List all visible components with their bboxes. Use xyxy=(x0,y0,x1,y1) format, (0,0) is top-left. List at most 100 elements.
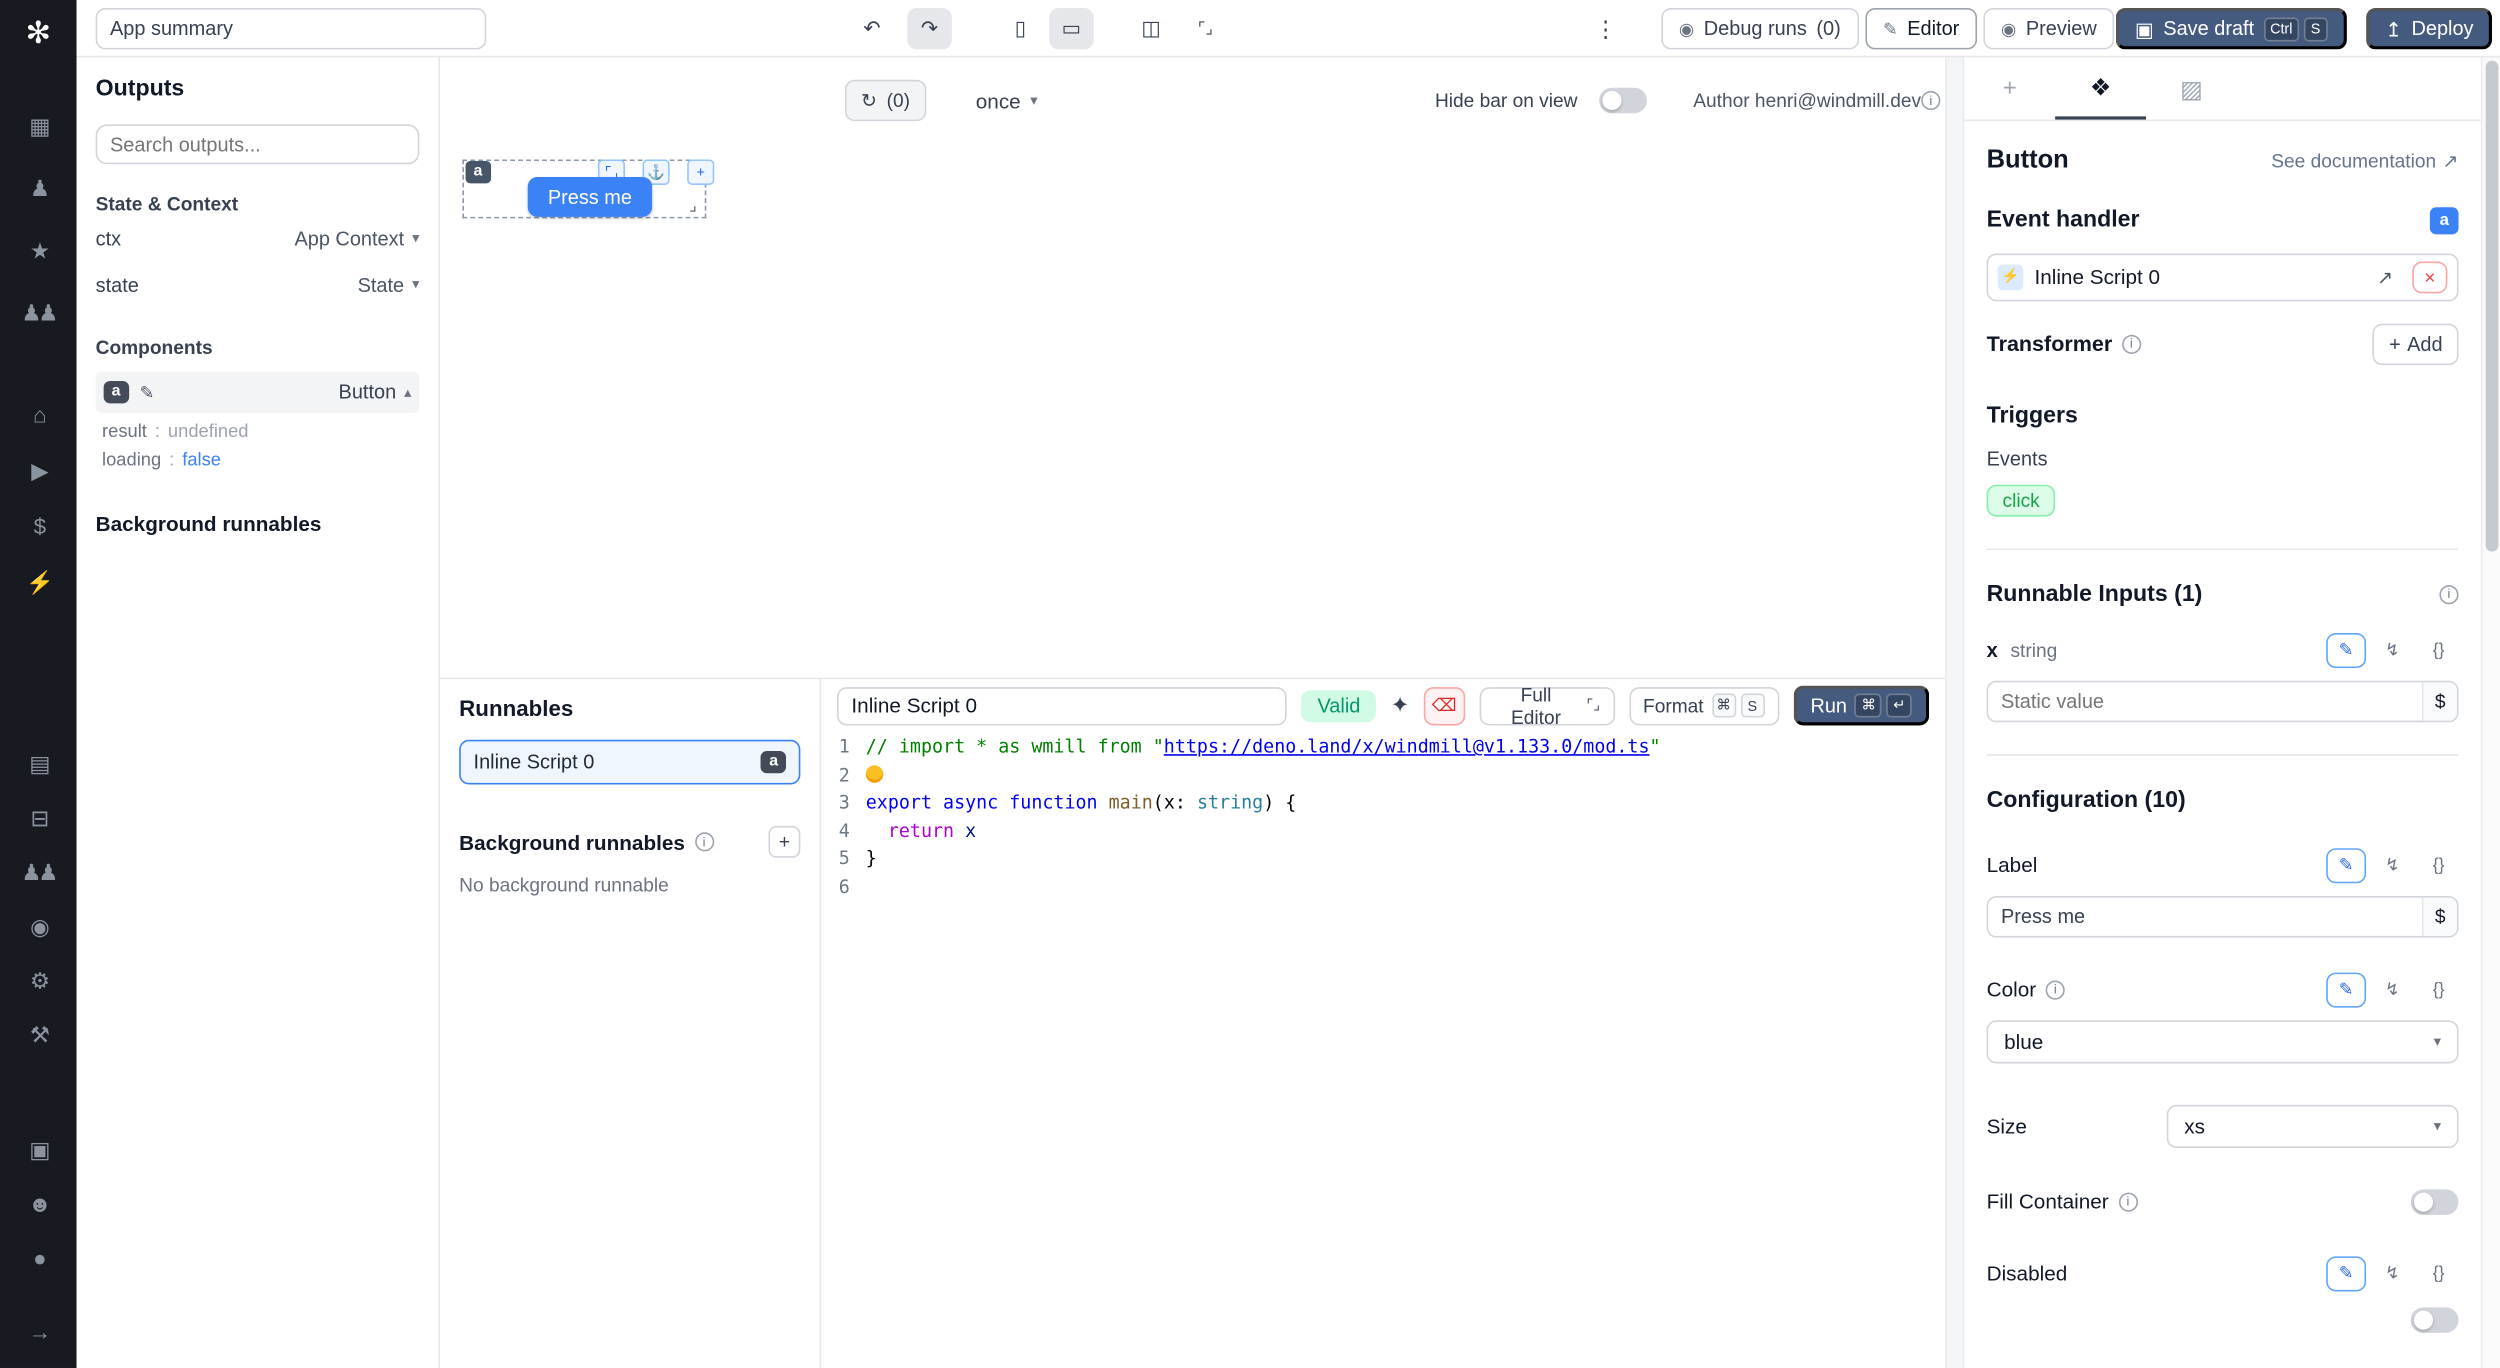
fill-container-toggle[interactable] xyxy=(2411,1189,2459,1215)
connect-plug-button[interactable]: ↯ xyxy=(2372,1256,2412,1291)
divider xyxy=(1987,548,2459,550)
static-pencil-button[interactable]: ✎ xyxy=(2326,1256,2366,1291)
preview-tab-label: Preview xyxy=(2026,18,2097,40)
editor-tab[interactable]: ✎ Editor xyxy=(1865,8,1976,49)
label-mode-buttons: ✎ ↯ {} xyxy=(2326,848,2458,883)
component-row-a[interactable]: a ✎ Button ▴ xyxy=(96,371,420,412)
type-token: string xyxy=(1197,791,1263,813)
hide-bar-label: Hide bar on view xyxy=(1435,89,1578,111)
scrollbar-thumb[interactable] xyxy=(2486,61,2499,552)
url-link-token[interactable]: https://deno.land/x/windmill@v1.133.0/mo… xyxy=(1164,735,1650,757)
full-editor-button[interactable]: Full Editor ⌜⌟ xyxy=(1479,686,1614,724)
template-eval-button[interactable]: {} xyxy=(2419,632,2459,667)
fullscreen-icon[interactable]: ⌜⌟ xyxy=(1183,8,1228,49)
inline-script-item[interactable]: Inline Script 0 a xyxy=(459,740,800,785)
add-background-runnable-button[interactable]: + xyxy=(768,826,800,858)
insert-component-tab[interactable]: + xyxy=(1964,57,2055,119)
schedules-calendar-icon[interactable]: ▤ xyxy=(21,751,56,778)
size-select[interactable]: xs ▾ xyxy=(2167,1104,2459,1147)
run-button[interactable]: Run ⌘↵ xyxy=(1793,686,1929,726)
hide-bar-toggle[interactable] xyxy=(1599,88,1647,114)
redo-icon[interactable]: ↷ xyxy=(907,8,952,49)
debug-runs-button[interactable]: ◉ Debug runs (0) xyxy=(1661,8,1858,49)
app-canvas[interactable]: ↻ (0) once ▾ Hide bar on view Author hen… xyxy=(440,57,1945,677)
chevron-down-icon[interactable]: ▾ xyxy=(412,276,419,294)
desktop-view-icon[interactable]: ▭ xyxy=(1049,8,1094,49)
schedule-dropdown[interactable]: once ▾ xyxy=(966,80,1047,121)
dollar-expr-button[interactable]: $ xyxy=(2422,682,2457,720)
code-line-3: export async function main(x: string) { xyxy=(866,790,1661,818)
template-eval-button[interactable]: {} xyxy=(2419,972,2459,1007)
template-eval-button[interactable]: {} xyxy=(2419,1256,2459,1291)
label-value-input[interactable] xyxy=(1988,905,2422,927)
search-outputs-input[interactable] xyxy=(96,124,420,164)
resources-icon[interactable]: ⚡ xyxy=(21,569,56,596)
center-align-icon[interactable]: ◫ xyxy=(1129,8,1174,49)
settings-gear-icon[interactable]: ⚙ xyxy=(21,968,56,995)
folders-icon[interactable]: ⊟ xyxy=(21,805,56,832)
open-script-icon[interactable]: ↗ xyxy=(2369,266,2401,288)
output-row[interactable]: ctx App Context ▾ xyxy=(96,215,420,261)
undo-icon[interactable]: ↶ xyxy=(850,8,895,49)
mobile-view-icon[interactable]: ▯ xyxy=(998,8,1043,49)
remove-script-button[interactable]: × xyxy=(2412,261,2447,293)
chevron-down-icon[interactable]: ▾ xyxy=(412,230,419,248)
panel-scrollbar[interactable] xyxy=(2481,57,2500,1368)
rename-pencil-icon[interactable]: ✎ xyxy=(140,382,155,403)
lightbulb-suggestion-icon[interactable] xyxy=(866,765,884,783)
groups-icon[interactable]: ♟♟ xyxy=(21,859,56,886)
pencil-icon: ✎ xyxy=(1883,18,1898,39)
script-name-input[interactable] xyxy=(837,686,1287,724)
static-value-input[interactable] xyxy=(1988,690,2422,712)
chevron-up-icon[interactable]: ▴ xyxy=(404,383,411,401)
save-draft-button[interactable]: ▣ Save draft CtrlS xyxy=(2116,8,2347,49)
static-pencil-button[interactable]: ✎ xyxy=(2326,632,2366,667)
preview-tab[interactable]: ◉ Preview xyxy=(1983,8,2114,49)
docs-book-icon[interactable]: ▣ xyxy=(21,1137,56,1164)
workspace-users-icon[interactable]: ♟♟ xyxy=(21,300,56,327)
code-editor[interactable]: 123456 // import * as wmill from "https:… xyxy=(821,727,1945,1368)
keyword-token: return xyxy=(866,819,954,841)
color-select[interactable]: blue ▾ xyxy=(1987,1020,2459,1063)
static-pencil-button[interactable]: ✎ xyxy=(2326,848,2366,883)
component-settings-tab[interactable]: ❖ xyxy=(2055,57,2146,119)
press-me-button[interactable]: Press me xyxy=(528,177,652,217)
connect-plug-button[interactable]: ↯ xyxy=(2372,848,2412,883)
deploy-button[interactable]: ↥ Deploy xyxy=(2366,8,2493,49)
connect-plug-button[interactable]: ↯ xyxy=(2372,632,2412,667)
selected-component-outline[interactable]: a ⌜⌟ ⚓ + Press me ⌟ xyxy=(462,159,706,218)
home-icon[interactable]: ⌂ xyxy=(21,402,56,429)
ai-wand-icon[interactable]: ✦ xyxy=(1391,692,1410,719)
app-summary-input[interactable] xyxy=(96,8,487,49)
discord-icon[interactable]: ☻ xyxy=(21,1191,56,1218)
save-shortcut-keys: CtrlS xyxy=(2264,17,2328,41)
windmill-logo[interactable]: ✻ xyxy=(26,16,51,53)
dollar-expr-button[interactable]: $ xyxy=(2422,897,2457,935)
apps-grid-icon[interactable]: ▦ xyxy=(21,113,56,140)
workers-icon[interactable]: ⚒ xyxy=(21,1022,56,1049)
user-icon[interactable]: ♟ xyxy=(21,175,56,202)
github-icon[interactable]: ● xyxy=(21,1245,56,1272)
event-handler-script-row[interactable]: ⚡ Inline Script 0 ↗ × xyxy=(1987,253,2459,301)
static-pencil-button[interactable]: ✎ xyxy=(2326,972,2366,1007)
template-eval-button[interactable]: {} xyxy=(2419,848,2459,883)
runs-play-icon[interactable]: ▶ xyxy=(21,458,56,485)
move-component-icon[interactable]: + xyxy=(687,159,714,185)
output-row[interactable]: state State ▾ xyxy=(96,261,420,307)
resize-handle-icon[interactable]: ⌟ xyxy=(689,198,696,216)
settings-tabs: + ❖ ▨ xyxy=(1964,57,2481,121)
recompute-all-button[interactable]: ↻ (0) xyxy=(845,80,926,121)
canvas-scrollbar-gutter[interactable] xyxy=(1945,57,1964,1368)
styling-tab[interactable]: ▨ xyxy=(2146,57,2237,119)
delete-script-button[interactable]: ⌫ xyxy=(1424,686,1465,724)
disabled-toggle[interactable] xyxy=(2411,1307,2459,1333)
see-documentation-link[interactable]: See documentation ↗ xyxy=(2271,150,2458,172)
format-button[interactable]: Format ⌘S xyxy=(1629,686,1779,724)
variables-dollar-icon[interactable]: $ xyxy=(21,513,56,540)
favorites-star-icon[interactable]: ★ xyxy=(21,238,56,265)
add-transformer-button[interactable]: + Add xyxy=(2373,323,2458,364)
connect-plug-button[interactable]: ↯ xyxy=(2372,972,2412,1007)
audit-logs-eye-icon[interactable]: ◉ xyxy=(21,914,56,941)
more-menu-icon[interactable]: ⋮ xyxy=(1591,8,1620,49)
collapse-sidebar-icon[interactable]: → xyxy=(21,1319,56,1346)
